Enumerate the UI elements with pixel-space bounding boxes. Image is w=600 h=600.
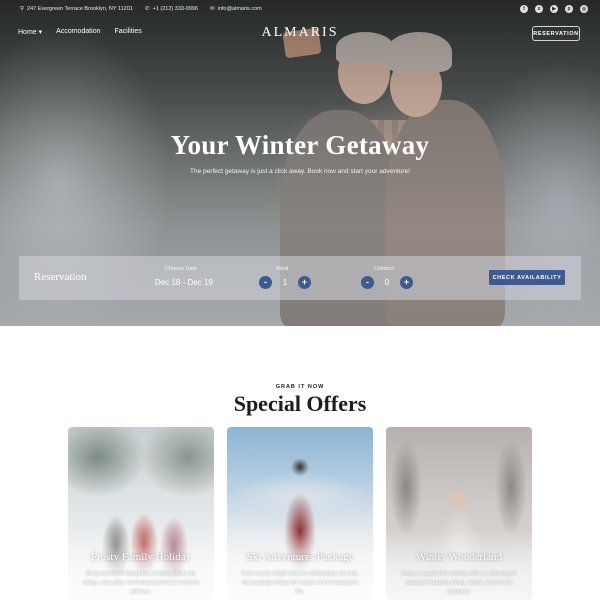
top-info-bar: ⚲ 247 Evergreen Terrace Brooklyn, NY 112… — [0, 0, 600, 20]
instagram-icon[interactable]: ◎ — [580, 5, 588, 13]
social-links: f x ▶ p ◎ — [520, 5, 588, 13]
adult-label: Adult — [276, 266, 289, 272]
children-stepper: - 0 + — [361, 276, 413, 289]
offer-description: From scenic sleigh rides to exhilarating… — [241, 571, 359, 595]
phone-icon: ✆ — [145, 6, 150, 12]
hero-subtitle: The perfect getaway is just a click away… — [190, 168, 410, 175]
offers-eyebrow: GRAB IT NOW — [275, 384, 325, 390]
email-text: info@almaris.com — [217, 6, 262, 12]
children-minus-button[interactable]: - — [361, 276, 374, 289]
mail-icon: ✉ — [210, 6, 215, 12]
reservation-title: Reservation — [34, 271, 87, 283]
pinterest-icon[interactable]: p — [565, 5, 573, 13]
address-text: 247 Evergreen Terrace Brooklyn, NY 11201 — [27, 6, 133, 12]
adult-value: 1 — [282, 278, 288, 287]
children-label: Children — [374, 266, 395, 272]
offer-title: Ski Adventures Package — [246, 551, 354, 563]
location-pin-icon: ⚲ — [20, 6, 25, 12]
adult-minus-button[interactable]: - — [259, 276, 272, 289]
phone-info[interactable]: ✆ +1 (212) 333-9996 — [145, 6, 198, 12]
main-nav: Home ▾ Accomodation Facilities ALMARIS R… — [0, 22, 600, 44]
offer-card[interactable]: Ski Adventures Package From scenic sleig… — [227, 427, 373, 600]
offer-description: Bring the whole family for a holiday fil… — [82, 571, 200, 595]
offer-title: Frosty Family Holiday — [90, 551, 192, 563]
offer-card[interactable]: Frosty Family Holiday Bring the whole fa… — [68, 427, 214, 600]
address-info: ⚲ 247 Evergreen Terrace Brooklyn, NY 112… — [20, 6, 133, 12]
date-label: Choose Date — [165, 266, 198, 272]
offer-title: Winter Wonderland — [415, 551, 503, 563]
offer-description: Enjoy a hassle-free holiday with an all-… — [401, 571, 517, 595]
youtube-icon[interactable]: ▶ — [550, 5, 558, 13]
check-availability-button[interactable]: CHECK AVAILABILITY — [489, 270, 565, 285]
reservation-button[interactable]: RESERVATION — [532, 26, 580, 41]
children-plus-button[interactable]: + — [400, 276, 413, 289]
hero-title: Your Winter Getaway — [170, 130, 430, 160]
adult-stepper: - 1 + — [259, 276, 311, 289]
site-logo[interactable]: ALMARIS — [0, 25, 600, 41]
date-picker[interactable]: Dec 18 - Dec 19 — [155, 278, 213, 287]
phone-text: +1 (212) 333-9996 — [152, 6, 199, 12]
offer-card[interactable]: Winter Wonderland Enjoy a hassle-free ho… — [386, 427, 532, 600]
email-info[interactable]: ✉ info@almaris.com — [210, 6, 262, 12]
x-icon[interactable]: x — [535, 5, 543, 13]
adult-plus-button[interactable]: + — [298, 276, 311, 289]
reservation-bar: Reservation Choose Date Dec 18 - Dec 19 … — [19, 256, 581, 300]
hero-section: ⚲ 247 Evergreen Terrace Brooklyn, NY 112… — [0, 0, 600, 326]
facebook-icon[interactable]: f — [520, 5, 528, 13]
offers-title: Special Offers — [233, 391, 367, 416]
children-value: 0 — [384, 278, 390, 287]
